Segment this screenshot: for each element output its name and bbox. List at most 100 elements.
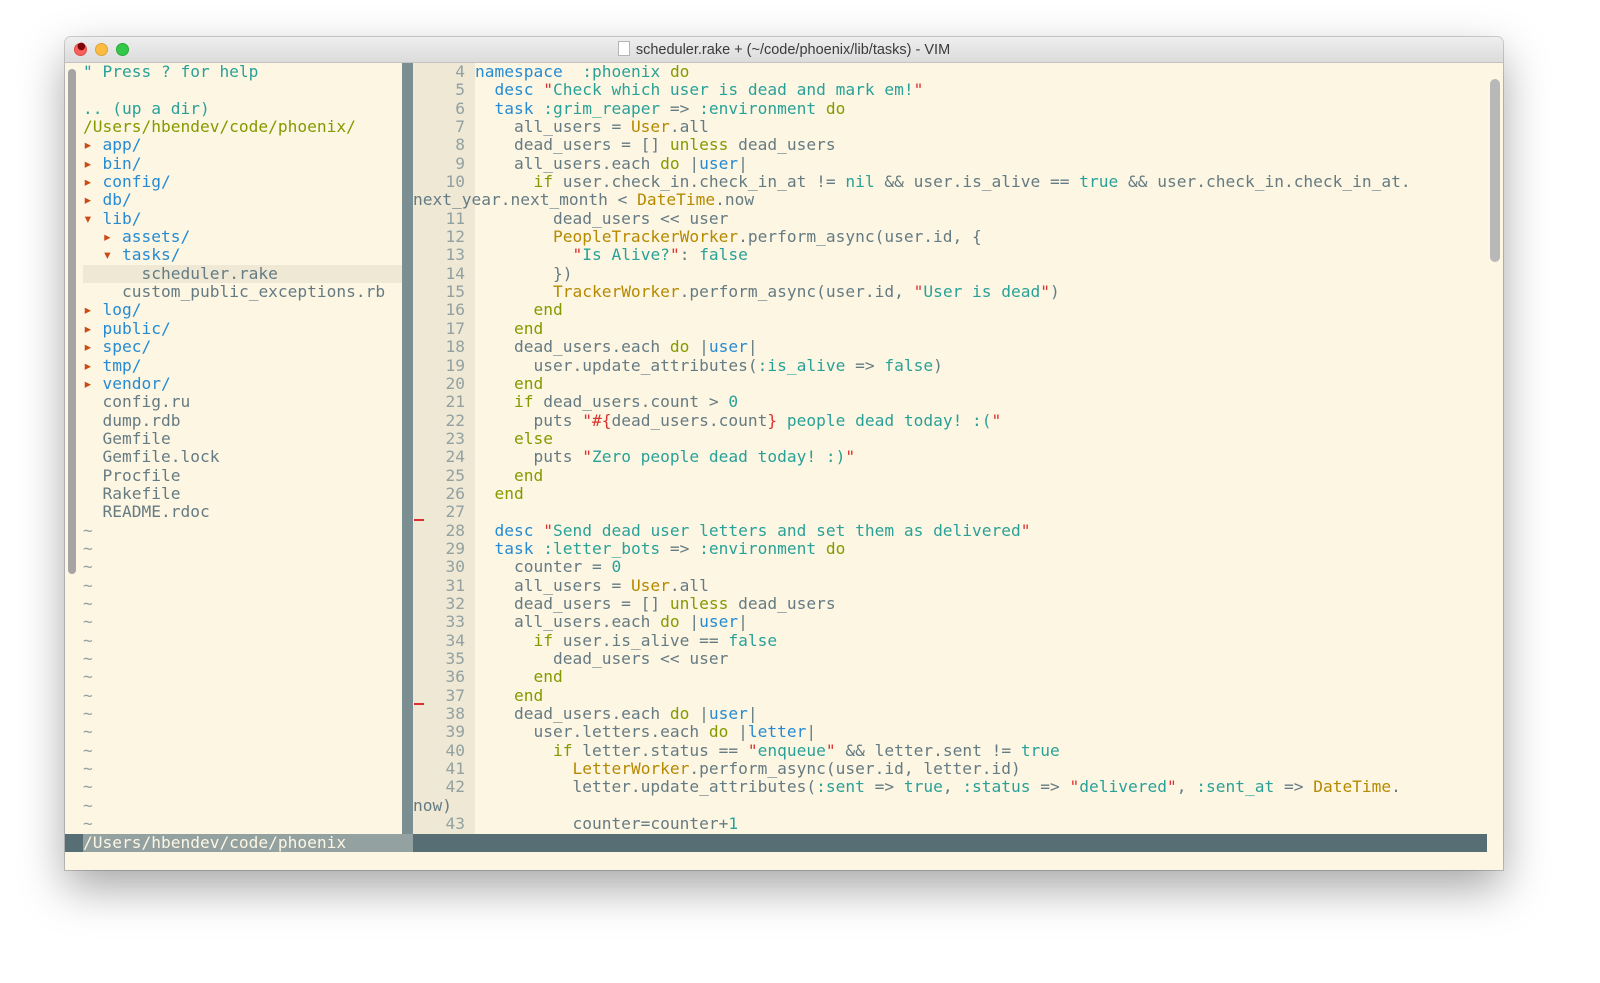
collapsed-arrow-icon: ▸ <box>83 337 93 357</box>
nerdtree-root-path: /Users/hbendev/code/phoenix/ <box>83 117 356 137</box>
tree-file-item[interactable]: dump.rdb <box>83 411 413 430</box>
code-line[interactable]: 17 end <box>413 319 1487 338</box>
code-line[interactable]: 29 task :letter_bots => :environment do <box>413 538 1487 558</box>
up-dir-link[interactable]: .. (up a dir) <box>83 99 413 118</box>
code-token: user <box>708 704 748 724</box>
code-token: | <box>747 704 758 724</box>
command-line[interactable] <box>65 852 1487 870</box>
code-line[interactable]: 11 dead_users << user <box>413 209 1487 228</box>
code-line[interactable]: 39 user.letters.each do |letter| <box>413 722 1487 742</box>
code-line[interactable]: 7 all_users = User.all <box>413 117 1487 136</box>
code-line[interactable]: 25 end <box>413 465 1487 485</box>
code-token: if <box>552 740 573 760</box>
tree-dir-item[interactable]: ▸ public/ <box>83 319 413 338</box>
tree-file-item[interactable]: scheduler.rake <box>83 264 413 284</box>
code-token: .all <box>669 575 709 595</box>
code-token: counter=counter+ <box>475 814 729 834</box>
code-line[interactable]: 13 "Is Alive?": false <box>413 245 1487 265</box>
tree-dir-item[interactable]: ▸ app/ <box>83 136 413 154</box>
code-line[interactable]: 20 end <box>413 374 1487 393</box>
code-line[interactable]: 16 end <box>413 301 1487 320</box>
code-line[interactable]: 37 end <box>413 686 1487 705</box>
tree-dir-item[interactable]: ▾ tasks/ <box>83 246 413 264</box>
tree-file-item[interactable]: README.rdoc <box>83 503 413 521</box>
line-number: 22 <box>445 410 466 430</box>
code-line[interactable]: now) <box>351 796 1487 815</box>
nerdtree-panel[interactable]: " Press ? for help .. (up a dir) /Users/… <box>65 62 413 834</box>
code-token: " <box>543 520 553 540</box>
code-line[interactable]: 14 }) <box>413 264 1487 283</box>
code-line[interactable]: 36 end <box>413 667 1487 686</box>
code-line[interactable]: 6 task :grim_reaper => :environment do <box>413 98 1487 118</box>
code-token: " <box>991 410 1002 430</box>
empty-line-tilde: ~ <box>83 777 93 797</box>
tree-dir-item[interactable]: ▸ config/ <box>83 172 413 191</box>
tree-file-item[interactable]: Gemfile <box>83 429 413 448</box>
empty-line-tilde: ~ <box>83 759 93 779</box>
code-token: => <box>660 538 700 558</box>
code-line[interactable]: 23 else <box>413 429 1487 448</box>
line-number: 28 <box>445 520 466 540</box>
code-editor[interactable]: 4 namespace :phoenix do 5 desc "Check whic… <box>413 62 1487 834</box>
code-line[interactable]: 40 if letter.status == "enqueue" && lett… <box>413 740 1487 760</box>
code-line[interactable]: 4 namespace :phoenix do <box>413 62 1487 81</box>
code-token: user <box>699 153 739 173</box>
code-line[interactable]: 34 if user.is_alive == false <box>413 631 1487 650</box>
tree-dir-item[interactable]: ▸ log/ <box>83 301 413 319</box>
tree-file-item[interactable]: custom_public_exceptions.rb <box>83 282 413 301</box>
code-line[interactable]: 8 dead_users = [] unless dead_users <box>413 136 1487 155</box>
code-line[interactable]: 15 TrackerWorker.perform_async(user.id, … <box>413 282 1487 301</box>
line-number: 12 <box>445 227 466 247</box>
code-line[interactable]: 18 dead_users.each do |user| <box>413 337 1487 356</box>
code-line[interactable]: 41 LetterWorker.perform_async(user.id, l… <box>413 759 1487 778</box>
code-line[interactable]: 10 if user.check_in.check_in_at != nil &… <box>413 172 1487 191</box>
code-token: dead_users.count <box>611 410 768 430</box>
tree-file-item[interactable]: Gemfile.lock <box>83 448 413 466</box>
line-number: 21 <box>445 392 466 412</box>
code-line[interactable]: 24 puts "Zero people dead today! :)" <box>413 447 1487 466</box>
code-line[interactable]: 31 all_users = User.all <box>413 575 1487 595</box>
code-token: :environment <box>699 538 817 558</box>
editor-scrollbar-thumb[interactable] <box>1490 79 1500 262</box>
code-line[interactable]: 27 <box>413 502 1487 521</box>
window-split-divider[interactable] <box>402 63 413 834</box>
code-line[interactable]: 28 desc "Send dead user letters and set … <box>413 520 1487 540</box>
code-line[interactable]: 26 end <box>413 484 1487 503</box>
code-line[interactable]: 9 all_users.each do |user| <box>413 153 1487 173</box>
code-token: do <box>708 722 729 742</box>
code-line[interactable]: 5 desc "Check which user is dead and mar… <box>413 80 1487 99</box>
tree-file-item[interactable]: Rakefile <box>83 484 413 503</box>
code-token: user.letters.each <box>475 722 709 742</box>
tree-dir-item[interactable]: ▸ bin/ <box>83 154 413 173</box>
code-line[interactable]: 38 dead_users.each do |user| <box>413 704 1487 724</box>
code-line[interactable]: 19 user.update_attributes(:is_alive => f… <box>413 356 1487 375</box>
tree-dir-item[interactable]: ▸ assets/ <box>83 227 413 246</box>
tree-dir-item[interactable]: ▾ lib/ <box>83 209 413 228</box>
code-line[interactable]: 35 dead_users << user <box>413 649 1487 668</box>
code-line[interactable]: 42 letter.update_attributes(:sent => tru… <box>413 778 1487 797</box>
code-line[interactable]: 30 counter = 0 <box>413 557 1487 576</box>
code-line[interactable]: 33 all_users.each do |user| <box>413 612 1487 631</box>
code-token: end <box>513 465 544 485</box>
tree-dir-item[interactable]: ▸ tmp/ <box>83 356 413 375</box>
code-line[interactable]: next_year.next_month < DateTime.now <box>351 191 1487 209</box>
tree-file-item[interactable]: Procfile <box>83 466 413 485</box>
code-line[interactable]: 12 PeopleTrackerWorker.perform_async(use… <box>413 227 1487 247</box>
code-line[interactable]: 22 puts "#{dead_users.count} people dead… <box>413 410 1487 430</box>
tree-dir-item[interactable]: ▸ spec/ <box>83 337 413 357</box>
line-number: 39 <box>445 722 466 742</box>
nerdtree-scrollbar[interactable] <box>68 69 76 574</box>
tree-dir-item[interactable]: ▸ vendor/ <box>83 374 413 393</box>
tree-file-item[interactable]: config.ru <box>83 393 413 411</box>
code-token: namespace <box>475 62 563 81</box>
code-token: do <box>825 98 846 118</box>
code-token: Is Alive? <box>582 245 670 265</box>
code-line[interactable]: 21 if dead_users.count > 0 <box>413 392 1487 412</box>
code-line[interactable]: 32 dead_users = [] unless dead_users <box>413 593 1487 613</box>
code-line[interactable]: 43 counter=counter+1 <box>413 814 1487 834</box>
code-token: dead_users = [] <box>475 593 670 613</box>
